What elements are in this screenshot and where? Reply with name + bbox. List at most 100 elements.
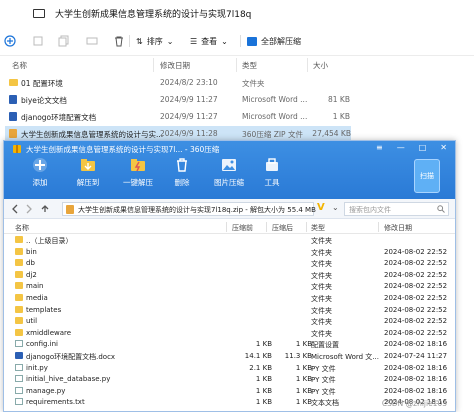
image-compress-icon: [221, 157, 237, 173]
zip-col-csize[interactable]: 压缩后: [272, 223, 293, 233]
extract-to-icon: [80, 157, 96, 173]
extract-all-button[interactable]: 全部解压缩: [247, 36, 301, 47]
view-button[interactable]: ☰ 查看 ⌄: [190, 36, 228, 47]
zip-col-date[interactable]: 修改日期: [384, 223, 412, 233]
zip-cell-date: 2024-08-02 22:52: [384, 305, 448, 314]
zip-cell-name: media: [26, 294, 48, 302]
folder-icon: [15, 328, 23, 336]
zip-file-row[interactable]: ..（上级目录） 文件夹: [4, 235, 455, 247]
zip-file-icon: [66, 205, 74, 214]
search-icon[interactable]: [437, 205, 445, 213]
zip-column-header: 名称 压缩前 压缩后 类型 修改日期: [4, 220, 455, 234]
forward-icon[interactable]: [24, 204, 34, 214]
zip-cell-date: 2024-08-02 22:52: [384, 328, 448, 337]
explorer-toolbar: ⇅ 排序 ⌄ ☰ 查看 ⌄ 全部解压缩: [0, 26, 474, 56]
sort-button[interactable]: ⇅ 排序 ⌄: [136, 36, 173, 47]
back-icon[interactable]: [10, 204, 20, 214]
zip-cell-name: bin: [26, 247, 37, 256]
copy-icon[interactable]: [58, 35, 70, 47]
up-folder-icon: [15, 236, 23, 243]
explorer-row[interactable]: biye论文文档 2024/9/9 11:27 Microsoft Word .…: [0, 92, 474, 109]
image-compress-button[interactable]: 图片压缩: [209, 157, 249, 197]
folder-icon: [15, 305, 23, 313]
delete-file-icon[interactable]: [113, 35, 125, 47]
zip-cell-type: 文件夹: [311, 329, 332, 338]
zip-file-row[interactable]: manage.py 1 KB 1 KB PY 文件 2024-08-02 18:16: [4, 386, 455, 398]
one-click-extract-button[interactable]: 一键解压: [118, 157, 158, 197]
address-bar[interactable]: 大学生创新成果信息管理系统的设计与实现7l18q.zip - 解包大小为 55.…: [62, 202, 325, 216]
add-icon: [32, 157, 48, 173]
zip-file-row[interactable]: db 文件夹 2024-08-02 22:52: [4, 258, 455, 270]
zip-file-row[interactable]: templates 文件夹 2024-08-02 22:52: [4, 305, 455, 317]
col-size[interactable]: 大小: [313, 60, 328, 71]
zip-col-name[interactable]: 名称: [15, 223, 29, 233]
one-click-extract-icon: [130, 157, 146, 173]
zip-cell-date: 2024-08-02 18:16: [384, 375, 448, 384]
zip-cell-type: 文件夹: [311, 283, 332, 292]
zip-cell-type: 文件夹: [311, 271, 332, 280]
window-controls: ≡ — □ ✕: [376, 143, 447, 152]
view-icon: ☰: [190, 37, 198, 46]
search-input[interactable]: 搜索包内文件: [344, 202, 449, 216]
tools-icon: [264, 157, 280, 173]
zip-cell-date: 2024-08-02 22:52: [384, 282, 448, 291]
rename-icon[interactable]: [86, 35, 98, 47]
zip-cell-name: config.ini: [26, 340, 58, 349]
zip-file-row[interactable]: bin 文件夹 2024-08-02 22:52: [4, 247, 455, 259]
zip-cell-size: 1 KB: [255, 340, 272, 349]
zip-file-row[interactable]: djanogo环境配置文档.docx 14.1 KB 11.3 KB Microsof…: [4, 351, 455, 363]
delete-button[interactable]: 删除: [162, 157, 202, 197]
maximize-icon[interactable]: □: [419, 143, 427, 152]
extract-icon: [247, 37, 257, 46]
zip-file-row[interactable]: init.py 2.1 KB 1 KB PY 文件 2024-08-02 18:16: [4, 363, 455, 375]
zip-file-row[interactable]: util 文件夹 2024-08-02 22:52: [4, 316, 455, 328]
explorer-row[interactable]: 01 配置环境 2024/8/2 23:10 文件夹: [0, 75, 474, 92]
zip-col-type[interactable]: 类型: [311, 223, 325, 233]
zip-file-icon: [9, 129, 17, 138]
monitor-icon[interactable]: [33, 8, 45, 18]
zip-file-row[interactable]: main 文件夹 2024-08-02 22:52: [4, 281, 455, 293]
add-button[interactable]: 添加: [20, 157, 60, 197]
col-date[interactable]: 修改日期: [160, 60, 190, 71]
zip-cell-date: 2024-08-02 22:52: [384, 294, 448, 302]
zip-cell-type: 文件夹: [311, 306, 332, 315]
col-name[interactable]: 名称: [12, 60, 27, 71]
zip-cell-name: manage.py: [26, 386, 66, 395]
zip-cell-name: ..（上级目录）: [26, 237, 73, 245]
extract-to-button[interactable]: 解压到: [68, 157, 108, 197]
zip-cell-type: PY 文件: [311, 387, 336, 396]
tools-button[interactable]: 工具: [252, 157, 292, 197]
scan-button[interactable]: 扫描: [414, 159, 440, 193]
zip-app-icon: [13, 145, 21, 153]
folder-icon: [15, 270, 23, 278]
zip-file-row[interactable]: media 文件夹 2024-08-02 22:52: [4, 293, 455, 305]
chevron-down-icon[interactable]: ⌄: [332, 203, 339, 212]
folder-icon: [15, 259, 23, 267]
new-item-icon[interactable]: [4, 35, 16, 47]
minimize-icon[interactable]: —: [397, 143, 405, 152]
explorer-path[interactable]: 大学生创新成果信息管理系统的设计与实现7l18q: [55, 7, 251, 20]
zip-cell-name: dj2: [26, 270, 37, 279]
zip-header: 大学生创新成果信息管理系统的设计与实现7l... - 360压缩 ≡ — □ ✕…: [4, 141, 455, 199]
zip-file-row[interactable]: config.ini 1 KB 1 KB 配置设置 2024-08-02 18:16: [4, 339, 455, 351]
zip-cell-size: 1 KB: [255, 375, 272, 384]
chevron-down-icon: ⌄: [166, 37, 174, 46]
menu-icon[interactable]: ≡: [376, 143, 383, 152]
explorer-row[interactable]: djanogo环境配置文档 2024/9/9 11:27 Microsoft W…: [0, 109, 474, 126]
zip-cell-size: 2.1 KB: [249, 363, 272, 372]
cut-icon[interactable]: [32, 35, 44, 47]
zip-cell-date: 2024-08-02 22:52: [384, 259, 448, 268]
up-folder-icon[interactable]: [40, 204, 50, 214]
zip-file-row[interactable]: initial_hive_database.py 1 KB 1 KB PY 文件 202…: [4, 374, 455, 386]
explorer-column-header: 名称 修改日期 类型 大小: [0, 56, 474, 74]
zip-cell-date: 2024-07-24 11:27: [384, 352, 448, 360]
col-type[interactable]: 类型: [242, 60, 257, 71]
zip-file-row[interactable]: xmiddleware 文件夹 2024-08-02 22:52: [4, 328, 455, 340]
zip-cell-csize: 1 KB: [295, 375, 312, 384]
python-file-icon: [15, 375, 23, 383]
zip-file-row[interactable]: dj2 文件夹 2024-08-02 22:52: [4, 270, 455, 282]
close-icon[interactable]: ✕: [440, 143, 447, 152]
zip-col-size[interactable]: 压缩前: [232, 223, 253, 233]
zip-cell-type: 文件夹: [311, 260, 332, 269]
zip-cell-date: 2024-08-02 18:16: [384, 340, 448, 349]
